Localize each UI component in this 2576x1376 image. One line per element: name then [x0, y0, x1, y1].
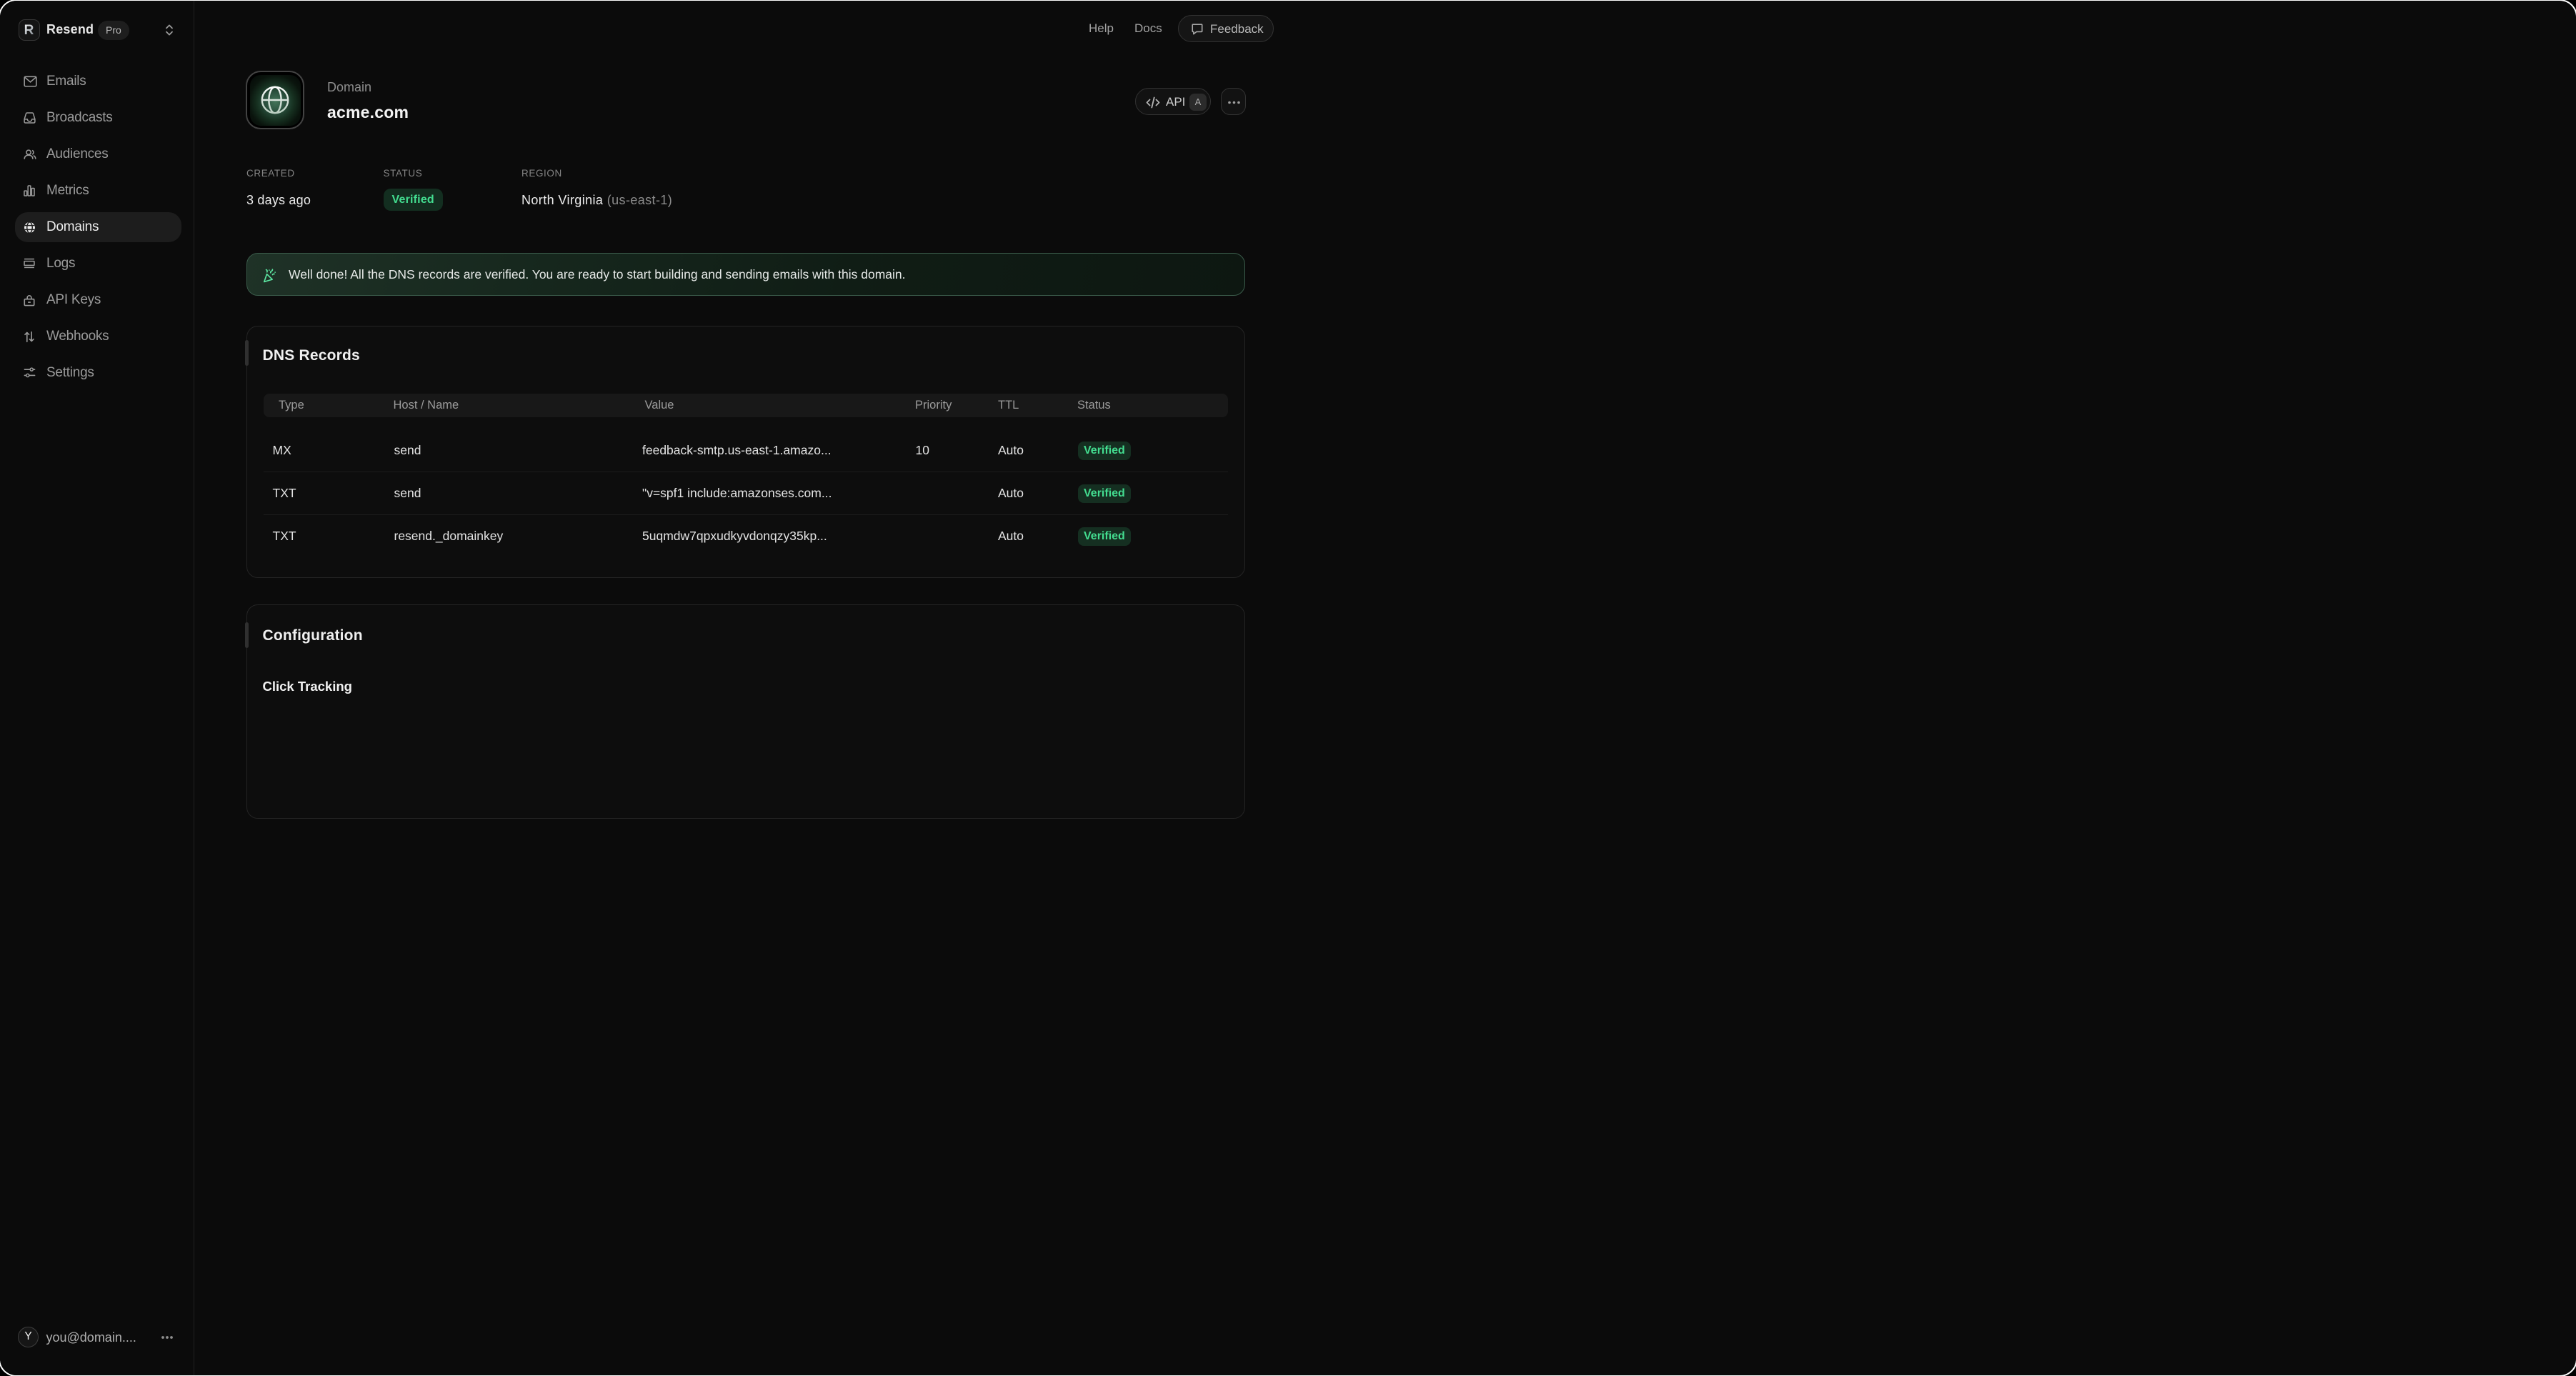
- svg-text:R: R: [24, 23, 34, 38]
